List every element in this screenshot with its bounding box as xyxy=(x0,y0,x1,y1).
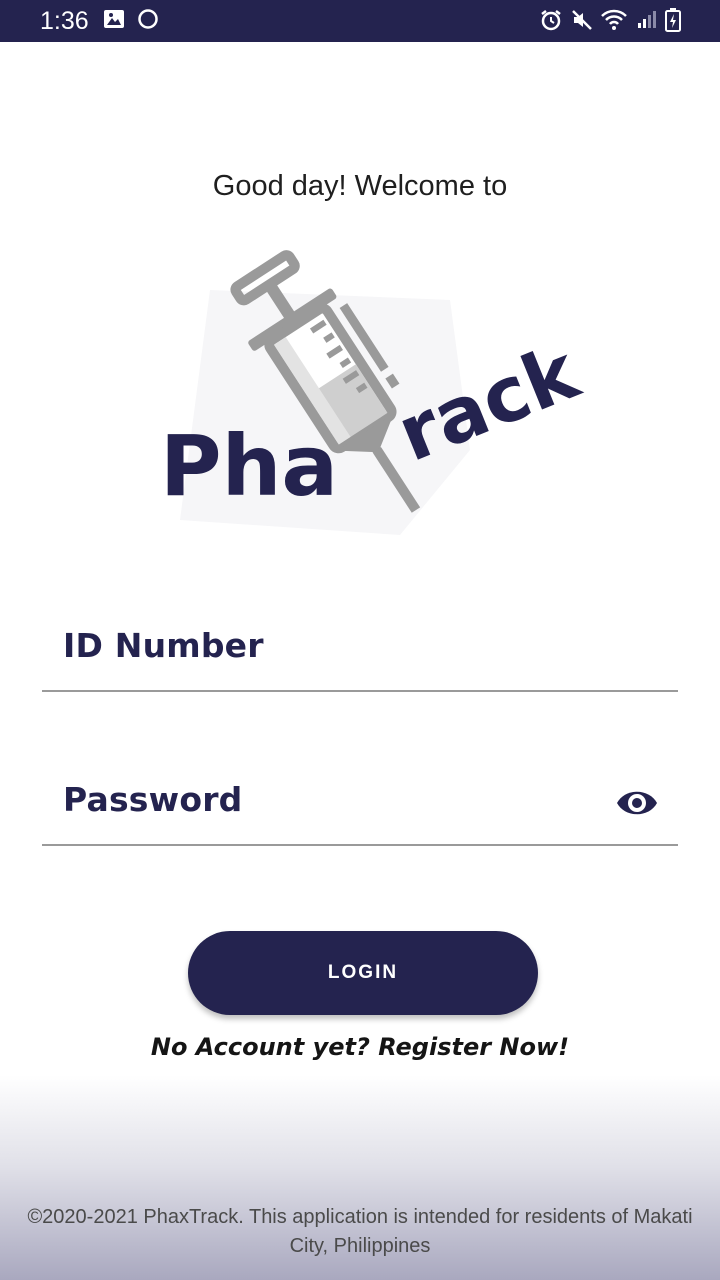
password-field[interactable]: Password xyxy=(42,764,678,846)
phaxtrack-logo: Pha rack xyxy=(150,250,600,540)
id-number-field[interactable]: ID Number xyxy=(42,610,678,692)
password-label: Password xyxy=(63,780,243,819)
logo-wordmark-left: Pha xyxy=(160,417,338,515)
footer: ©2020-2021 PhaxTrack. This application i… xyxy=(0,1075,720,1280)
mute-icon xyxy=(572,10,592,30)
login-button[interactable]: LOGIN xyxy=(188,931,538,1015)
id-number-label: ID Number xyxy=(63,626,264,665)
welcome-text: Good day! Welcome to xyxy=(212,170,508,202)
signal-icon xyxy=(638,11,656,28)
register-link[interactable]: No Account yet? Register Now! xyxy=(0,1033,720,1061)
image-icon xyxy=(104,10,124,28)
circle-icon xyxy=(138,9,158,29)
eye-icon[interactable] xyxy=(616,784,658,822)
status-bar: 1:36 xyxy=(0,0,720,42)
status-time: 1:36 xyxy=(40,7,89,35)
alarm-icon xyxy=(541,10,561,31)
wifi-icon xyxy=(601,9,627,30)
battery-icon xyxy=(665,8,681,32)
footer-text: ©2020-2021 PhaxTrack. This application i… xyxy=(27,1206,693,1257)
